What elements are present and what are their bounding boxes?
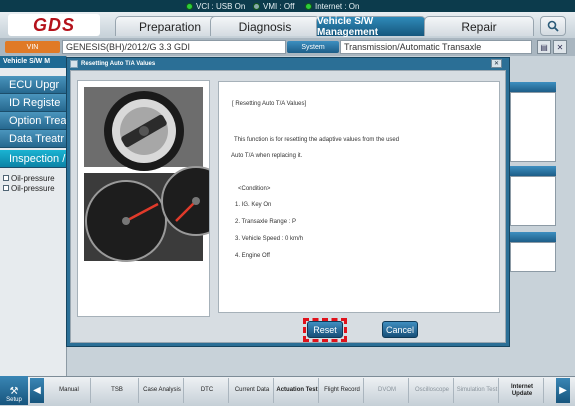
- system-button[interactable]: System: [287, 41, 339, 53]
- sidebar-subitem-label: Oil-pressure: [11, 173, 55, 183]
- toolbar-prev-button[interactable]: ◀: [30, 378, 44, 403]
- toolbar-actuation-test[interactable]: Actuation Test: [276, 378, 319, 403]
- chevron-right-icon: ▶: [559, 385, 567, 396]
- right-panel-header: [510, 232, 556, 242]
- vehicle-field[interactable]: GENESIS(BH)/2012/G 3.3 GDI: [62, 40, 286, 54]
- description-line-1: This function is for resetting the adapt…: [234, 137, 400, 143]
- condition-title: <Condition>: [238, 186, 271, 192]
- right-panel: [510, 176, 556, 226]
- dialog-title: Resetting Auto T/A Values: [70, 59, 155, 69]
- close-icon: ✕: [493, 61, 500, 67]
- vin-button[interactable]: VIN: [5, 41, 60, 53]
- sidebar-subitem[interactable]: Oil-pressure: [3, 173, 65, 183]
- instruction-panel: [218, 81, 500, 313]
- setup-button[interactable]: ⚒ Setup: [0, 376, 28, 405]
- illustration-panel: [77, 80, 231, 317]
- sidebar-subitem-label: Oil-pressure: [11, 183, 55, 193]
- toolbar-dvom[interactable]: DVOM: [366, 378, 409, 403]
- condition-item: 1. IG. Key On: [235, 202, 272, 208]
- sidebar-item-data-treatment[interactable]: Data Treatr: [0, 130, 66, 148]
- chevron-left-icon: ◀: [33, 385, 41, 396]
- toolbar-manual[interactable]: Manual: [48, 378, 91, 403]
- condition-item: 4. Engine Off: [235, 253, 270, 259]
- right-panel: [510, 92, 556, 162]
- right-panel-header: [510, 82, 556, 92]
- toolbar-internet-update[interactable]: Internet Update: [501, 378, 544, 403]
- dialog-title-text: Resetting Auto T/A Values: [81, 61, 156, 67]
- print-icon: ▤: [540, 42, 548, 52]
- dialog-heading: [ Resetting Auto T/A Values]: [232, 101, 307, 107]
- internet-status-text: Internet : On: [315, 1, 360, 11]
- system-field[interactable]: Transmission/Automatic Transaxle: [340, 40, 532, 54]
- toolbar-case-analysis[interactable]: Case Analysis: [141, 378, 184, 403]
- vmi-led-icon: [253, 2, 260, 10]
- sidebar-item-id-register[interactable]: ID Registe: [0, 94, 66, 112]
- print-button[interactable]: ▤: [537, 40, 551, 54]
- search-icon: [547, 20, 559, 32]
- condition-item: 2. Transaxle Range : P: [235, 219, 297, 225]
- right-panel-header: [510, 166, 556, 176]
- vci-led-icon: [186, 2, 193, 10]
- vci-status-text: VCI : USB On: [196, 1, 246, 11]
- sidebar-title: Vehicle S/W M: [0, 56, 66, 68]
- close-vehicle-button[interactable]: ✕: [553, 40, 567, 54]
- sidebar-item-option-treatment[interactable]: Option Treat: [0, 112, 66, 130]
- close-icon: ✕: [556, 42, 564, 52]
- vci-status: VCI : USB On: [186, 1, 245, 11]
- toolbar-simulation-test[interactable]: Simulation Test: [456, 378, 499, 403]
- toolbar-tsb[interactable]: TSB: [96, 378, 139, 403]
- vmi-status: VMI : Off: [253, 1, 294, 11]
- toolbar-flight-record[interactable]: Flight Record: [321, 378, 364, 403]
- reset-highlight-box: [303, 318, 347, 342]
- gds-logo: GDS: [8, 14, 100, 36]
- window-icon: [70, 60, 78, 68]
- internet-led-icon: [305, 2, 312, 10]
- tab-repair[interactable]: Repair: [424, 16, 534, 36]
- toolbar-dtc[interactable]: DTC: [186, 378, 229, 403]
- toolbar-oscilloscope[interactable]: Oscilloscope: [411, 378, 454, 403]
- dialog-close-button[interactable]: ✕: [491, 59, 502, 68]
- wrench-icon: ⚒: [9, 386, 19, 397]
- search-button[interactable]: [540, 16, 566, 36]
- tab-preparation[interactable]: Preparation: [115, 16, 225, 36]
- vmi-status-text: VMI : Off: [263, 1, 295, 11]
- toolbar-next-button[interactable]: ▶: [556, 378, 570, 403]
- ignition-and-gauge-image: [84, 87, 231, 262]
- sidebar-item-inspection[interactable]: Inspection /: [0, 150, 66, 168]
- sidebar-item-ecu-upgrade[interactable]: ECU Upgr: [0, 76, 66, 94]
- description-line-2: Auto T/A when replacing it.: [231, 153, 303, 159]
- condition-item: 3. Vehicle Speed : 0 km/h: [235, 236, 304, 242]
- setup-label: Setup: [6, 397, 22, 403]
- checkbox-icon: [3, 175, 9, 181]
- tab-diagnosis[interactable]: Diagnosis: [210, 16, 320, 36]
- checkbox-icon: [3, 185, 9, 191]
- internet-status: Internet : On: [305, 1, 359, 11]
- toolbar-current-data[interactable]: Current Data: [231, 378, 274, 403]
- cancel-button[interactable]: Cancel: [382, 321, 418, 338]
- right-panel: [510, 242, 556, 272]
- tab-vehicle-sw-management[interactable]: Vehicle S/W Management: [316, 16, 426, 38]
- sidebar-subitem[interactable]: Oil-pressure: [3, 183, 65, 193]
